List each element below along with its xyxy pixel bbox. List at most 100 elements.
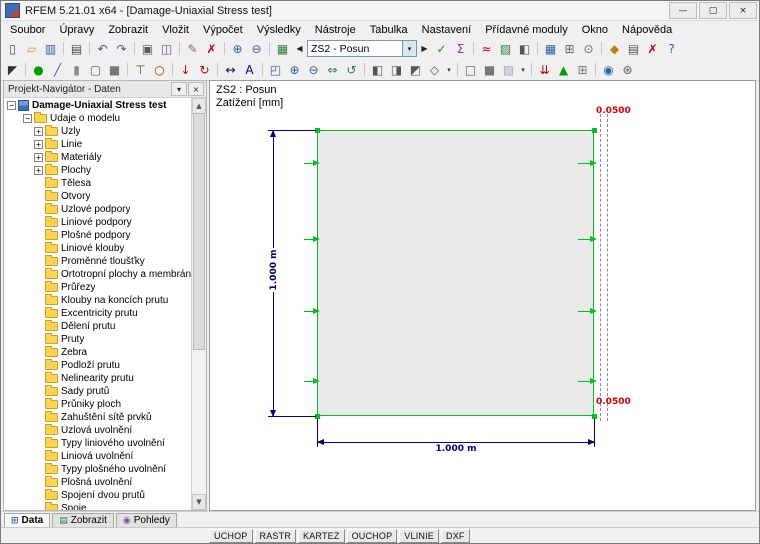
drawing-area[interactable]: ZS2 : Posun Zatížení [mm] 0.0500 0.0500 … — [209, 80, 756, 511]
zoom-in-view-icon[interactable]: ⊕ — [285, 60, 304, 79]
rotate-view-icon[interactable]: ↺ — [342, 60, 361, 79]
paste-icon[interactable]: ◫ — [157, 39, 176, 58]
line-icon[interactable]: ╱ — [48, 60, 67, 79]
menu-item[interactable]: Zobrazit — [101, 23, 155, 37]
view-yz-icon[interactable]: ◩ — [406, 60, 425, 79]
tree-item[interactable]: Uzlová uvolnění — [4, 424, 191, 437]
toolbar-separator[interactable] — [124, 60, 131, 79]
tree-item[interactable]: Nelinearity prutu — [4, 372, 191, 385]
chevron-down-icon[interactable]: ▾ — [403, 40, 417, 57]
toolbar-separator[interactable] — [592, 60, 599, 79]
tree-item[interactable]: + Uzly — [4, 125, 191, 138]
close-button[interactable]: × — [729, 2, 757, 19]
zoom-out-view-icon[interactable]: ⊖ — [304, 60, 323, 79]
menu-item[interactable]: Soubor — [3, 23, 52, 37]
solid-render-icon[interactable]: ■ — [480, 60, 499, 79]
hinge-icon[interactable]: ○ — [150, 60, 169, 79]
tree-item[interactable]: Plošná uvolnění — [4, 476, 191, 489]
menu-item[interactable]: Nastavení — [415, 23, 479, 37]
check-model-icon[interactable]: ✓ — [432, 39, 451, 58]
result-diagram-icon[interactable]: ▨ — [496, 39, 515, 58]
copy-icon[interactable]: ▣ — [138, 39, 157, 58]
toolbar-separator[interactable] — [60, 39, 67, 58]
isometric-view-icon[interactable]: ◇ — [425, 60, 444, 79]
expander-icon[interactable]: − — [23, 114, 32, 123]
tree-item[interactable]: Proměnné tloušťky — [4, 255, 191, 268]
show-loads-icon[interactable]: ⇊ — [535, 60, 554, 79]
menu-item[interactable]: Okno — [575, 23, 615, 37]
edit-icon[interactable]: ✎ — [183, 39, 202, 58]
tables-icon[interactable]: ▦ — [541, 39, 560, 58]
pin-icon[interactable]: ▾ — [171, 82, 187, 96]
scroll-up-icon[interactable]: ▲ — [192, 98, 206, 114]
view-xz-icon[interactable]: ◨ — [387, 60, 406, 79]
snap-toggle-button[interactable]: KARTEZ — [298, 528, 345, 543]
tree-item[interactable]: Spojení dvou prutů — [4, 489, 191, 502]
text-icon[interactable]: A — [240, 60, 259, 79]
project-manager-icon[interactable]: ▤ — [624, 39, 643, 58]
tree-item[interactable]: Dělení prutu — [4, 320, 191, 333]
new-icon[interactable]: ▯ — [3, 39, 22, 58]
toolbar-separator[interactable] — [221, 39, 228, 58]
menu-item[interactable]: Výsledky — [250, 23, 308, 37]
close-icon[interactable]: × — [188, 82, 204, 96]
show-mesh-icon[interactable]: ⊞ — [573, 60, 592, 79]
node-icon[interactable]: ● — [29, 60, 48, 79]
toolbar-separator[interactable] — [528, 60, 535, 79]
help-icon[interactable]: ? — [662, 39, 681, 58]
tree-item[interactable]: + Materiály — [4, 151, 191, 164]
calculate-icon[interactable]: Σ — [451, 39, 470, 58]
tree-item[interactable]: Excentricity prutu — [4, 307, 191, 320]
stop-icon[interactable]: ✗ — [643, 39, 662, 58]
tree-item-group[interactable]: − Údaje o modelu — [4, 112, 191, 125]
tree-item[interactable]: + Plochy — [4, 164, 191, 177]
toolbar-separator[interactable] — [22, 60, 29, 79]
snap-toggle-button[interactable]: DXF — [441, 528, 470, 543]
snap-icon[interactable]: ⊙ — [579, 39, 598, 58]
loadcase-list-icon[interactable]: ▦ — [273, 39, 292, 58]
toolbar-separator[interactable] — [361, 60, 368, 79]
toolbar-separator[interactable] — [454, 60, 461, 79]
tree-item[interactable]: Průniky ploch — [4, 398, 191, 411]
tree-item[interactable]: Plošné podpory — [4, 229, 191, 242]
toolbar-separator[interactable] — [266, 39, 273, 58]
menu-item[interactable]: Výpočet — [196, 23, 250, 37]
expander-icon[interactable]: + — [34, 166, 43, 175]
saved-views-icon[interactable]: ◉ — [599, 60, 618, 79]
toolbar-separator[interactable] — [214, 60, 221, 79]
view-xy-icon[interactable]: ◧ — [368, 60, 387, 79]
undo-icon[interactable]: ↶ — [93, 39, 112, 58]
scroll-down-icon[interactable]: ▼ — [192, 494, 206, 510]
plate-surface[interactable] — [317, 130, 594, 416]
menu-item[interactable]: Tabulka — [363, 23, 415, 37]
redo-icon[interactable]: ↷ — [112, 39, 131, 58]
maximize-button[interactable]: ▢ — [699, 2, 727, 19]
toolbar-separator[interactable] — [169, 60, 176, 79]
expander-icon[interactable]: − — [7, 101, 16, 110]
surface-icon[interactable]: ▮ — [67, 60, 86, 79]
menu-item[interactable]: Přídavné moduly — [478, 23, 575, 37]
tree-item-root[interactable]: − Damage-Uniaxial Stress test — [4, 99, 191, 112]
prev-loadcase-button[interactable]: ◀ — [292, 40, 307, 57]
loadcase-combobox[interactable]: ZS2 - Posun — [307, 40, 403, 57]
chevron-down-icon[interactable]: ▾ — [444, 60, 454, 79]
toolbar-separator[interactable] — [470, 39, 477, 58]
tree-item[interactable]: Tělesa — [4, 177, 191, 190]
tree-item[interactable]: Zahuštění sítě prvků — [4, 411, 191, 424]
display-settings-icon[interactable]: ⊛ — [618, 60, 637, 79]
tree-item[interactable]: + Linie — [4, 138, 191, 151]
opening-icon[interactable]: ▢ — [86, 60, 105, 79]
delete-icon[interactable]: ✗ — [202, 39, 221, 58]
transparent-icon[interactable]: ▨ — [499, 60, 518, 79]
toolbar-separator[interactable] — [86, 39, 93, 58]
tree-item[interactable]: Pruty — [4, 333, 191, 346]
toolbar-separator[interactable] — [259, 60, 266, 79]
moment-load-icon[interactable]: ↻ — [195, 60, 214, 79]
tree-item[interactable]: Liniová uvolnění — [4, 450, 191, 463]
menu-item[interactable]: Nástroje — [308, 23, 363, 37]
tree-item[interactable]: Liniové klouby — [4, 242, 191, 255]
solid-icon[interactable]: ■ — [105, 60, 124, 79]
zoom-out-icon[interactable]: ⊖ — [247, 39, 266, 58]
chevron-down-icon[interactable]: ▾ — [518, 60, 528, 79]
toolbar-separator[interactable] — [131, 39, 138, 58]
